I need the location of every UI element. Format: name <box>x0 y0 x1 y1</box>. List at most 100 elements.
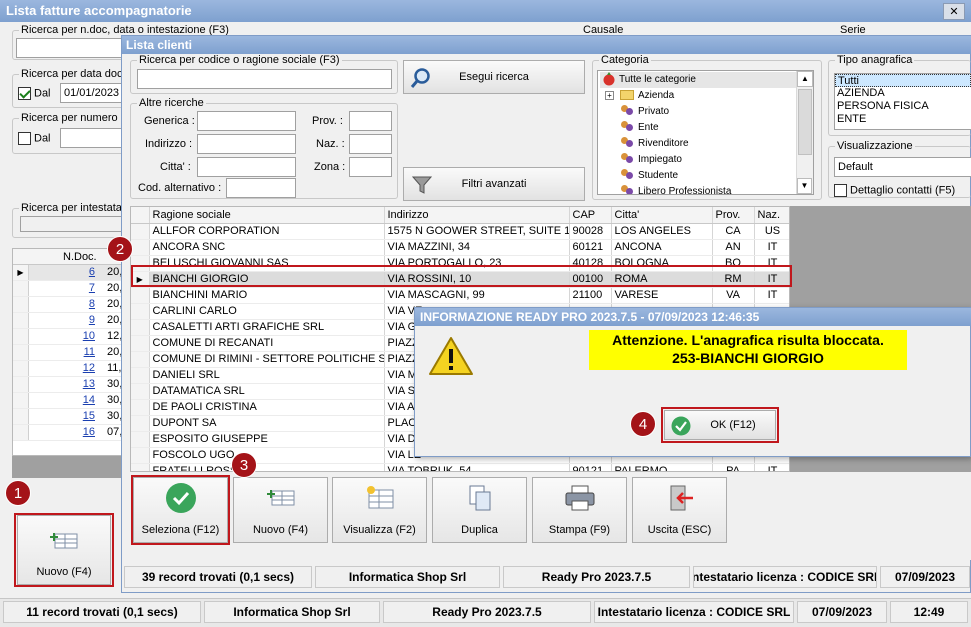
row-indicator <box>13 297 29 312</box>
category-label: Rivenditore <box>638 138 689 149</box>
category-item[interactable]: Ente <box>600 120 811 136</box>
column-header[interactable]: Ragione sociale <box>149 207 385 224</box>
clienti-status-company: Informatica Shop Srl <box>315 566 500 588</box>
category-item[interactable]: Studente <box>600 168 811 184</box>
row-indicator <box>131 415 150 432</box>
row-indicator-header <box>131 207 150 224</box>
main-grid-row[interactable]: 12 11, <box>13 361 123 377</box>
main-grid-row[interactable]: 16 07, <box>13 425 123 441</box>
main-status-date: 07/09/2023 <box>797 601 887 623</box>
scroll-thumb[interactable] <box>798 89 812 155</box>
tipo-option[interactable]: AZIENDA <box>835 87 971 100</box>
cell-addr: VIA MASCAGNI, 99 <box>384 287 570 304</box>
zona-input[interactable] <box>349 157 392 177</box>
ndoc-link[interactable]: 10 <box>83 330 95 342</box>
ndoc-link[interactable]: 9 <box>89 314 95 326</box>
scroll-up-icon[interactable]: ▲ <box>797 71 813 87</box>
cell-cap: 21100 <box>569 287 612 304</box>
main-grid-row[interactable]: 9 20, <box>13 313 123 329</box>
row-indicator <box>131 367 150 384</box>
row-indicator <box>13 313 29 328</box>
filtri-avanzati-button[interactable]: Filtri avanzati <box>403 167 585 201</box>
visualizza-button[interactable]: Visualizza (F2) <box>332 477 427 543</box>
strawberry-icon <box>602 72 619 86</box>
column-header[interactable]: CAP <box>569 207 612 224</box>
uscita-button[interactable]: Uscita (ESC) <box>632 477 727 543</box>
category-label: Ente <box>638 122 659 133</box>
clienti-row[interactable]: ANCORA SNC VIA MAZZINI, 34 60121 ANCONA AN IT <box>131 239 789 256</box>
category-label: Privato <box>638 106 670 117</box>
clienti-search-input[interactable] <box>137 69 392 89</box>
category-item[interactable]: Privato <box>600 104 811 120</box>
column-header[interactable]: Naz. <box>754 207 789 224</box>
tipo-option[interactable]: Tutti <box>835 74 971 87</box>
visual-select[interactable]: Default <box>834 157 971 177</box>
category-item[interactable]: + Azienda <box>600 88 811 104</box>
visualizza-button-label: Visualizza (F2) <box>343 524 416 536</box>
cod-alt-input[interactable] <box>226 178 296 198</box>
tipo-option[interactable]: PERSONA FISICA <box>835 100 971 113</box>
dal-date-input[interactable]: 01/01/2023 <box>60 83 124 103</box>
row-indicator <box>131 287 150 304</box>
ndoc-link[interactable]: 14 <box>83 394 95 406</box>
main-grid-row[interactable]: 8 20, <box>13 297 123 313</box>
number-from-input[interactable] <box>60 128 124 148</box>
dal2-checkbox[interactable]: Dal <box>18 132 51 145</box>
clienti-status-records: 39 record trovati (0,1 secs) <box>124 566 312 588</box>
dettaglio-checkbox[interactable]: Dettaglio contatti (F5) <box>834 184 955 197</box>
stampa-button[interactable]: Stampa (F9) <box>532 477 627 543</box>
category-item[interactable]: Tutte le categorie <box>600 72 811 88</box>
naz-input[interactable] <box>349 134 392 154</box>
generica-input[interactable] <box>197 111 296 131</box>
main-grid-row[interactable]: ▶ 6 20, <box>13 265 123 281</box>
clienti-row[interactable]: FRATELLI ROSSI VIA TOBRUK, 54 90121 PALERMO… <box>131 463 789 471</box>
expand-icon[interactable]: + <box>605 91 614 100</box>
dialog-title: INFORMAZIONE READY PRO 2023.7.5 - 07/09/… <box>420 310 760 324</box>
tipo-option[interactable]: ENTE <box>835 113 971 126</box>
ndoc-link[interactable]: 15 <box>83 410 95 422</box>
cell-prov: AN <box>712 239 755 256</box>
ndoc-link[interactable]: 12 <box>83 362 95 374</box>
search-doc-input[interactable] <box>16 38 126 58</box>
column-header[interactable]: Prov. <box>712 207 755 224</box>
intestatario-input[interactable] <box>20 216 124 232</box>
citta-input[interactable] <box>197 157 296 177</box>
main-close-button[interactable]: ✕ <box>943 3 965 20</box>
category-item[interactable]: Libero Professionista <box>600 184 811 194</box>
step-badge-2: 2 <box>107 236 133 262</box>
tipo-list[interactable]: Tutti AZIENDA PERSONA FISICA ENTE <box>834 73 971 130</box>
category-item[interactable]: Impiegato <box>600 152 811 168</box>
duplica-button[interactable]: Duplica <box>432 477 527 543</box>
ndoc-link[interactable]: 16 <box>83 426 95 438</box>
ndoc-link[interactable]: 6 <box>89 266 95 278</box>
checkbox-icon <box>18 87 31 100</box>
ndoc-link[interactable]: 7 <box>89 282 95 294</box>
row-indicator <box>131 335 150 352</box>
esegui-ricerca-button[interactable]: Esegui ricerca <box>403 60 585 94</box>
prov-input[interactable] <box>349 111 392 131</box>
category-item[interactable]: Rivenditore <box>600 136 811 152</box>
row-indicator <box>131 463 150 471</box>
main-grid-row[interactable]: 11 20, <box>13 345 123 361</box>
cell-name: FRATELLI ROSSI <box>149 463 385 471</box>
column-header[interactable]: Citta' <box>611 207 713 224</box>
nuovo-button[interactable]: Nuovo (F4) <box>233 477 328 543</box>
prov-label: Prov. : <box>312 115 343 127</box>
scroll-down-icon[interactable]: ▼ <box>797 178 812 194</box>
ndoc-link[interactable]: 8 <box>89 298 95 310</box>
indirizzo-input[interactable] <box>197 134 296 154</box>
categoria-tree[interactable]: Tutte le categorie + Azienda Privato Ente Riv… <box>597 70 814 195</box>
main-grid-row[interactable]: 7 20, <box>13 281 123 297</box>
main-grid-row[interactable]: 10 12, <box>13 329 123 345</box>
clienti-row[interactable]: BIANCHINI MARIO VIA MASCAGNI, 99 21100 VARE… <box>131 287 789 304</box>
main-grid-row[interactable]: 15 30, <box>13 409 123 425</box>
ndoc-link[interactable]: 11 <box>84 346 95 358</box>
categoria-scrollbar[interactable]: ▲ ▼ <box>796 71 813 194</box>
clienti-row[interactable]: ALLFOR CORPORATION 1575 N GOOWER STREET, … <box>131 223 789 240</box>
row-indicator <box>13 329 29 344</box>
main-grid-row[interactable]: 14 30, <box>13 393 123 409</box>
ndoc-link[interactable]: 13 <box>83 378 95 390</box>
column-header[interactable]: Indirizzo <box>384 207 570 224</box>
dal-checkbox[interactable]: Dal <box>18 87 51 100</box>
main-grid-row[interactable]: 13 30, <box>13 377 123 393</box>
